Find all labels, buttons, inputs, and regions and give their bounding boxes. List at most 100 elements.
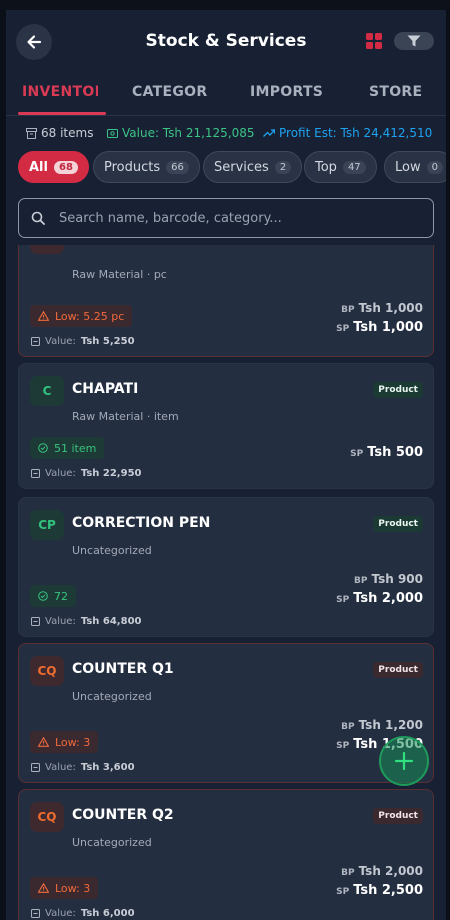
value-label: Value: (45, 762, 76, 773)
stock-badge: Low: 3 (30, 731, 99, 753)
stock-value: Value: Tsh 5,250 (31, 336, 135, 347)
stock-text: Low: 3 (55, 735, 91, 749)
value-amount: Tsh 5,250 (80, 336, 135, 347)
chip-label: Services (214, 159, 269, 175)
product-name: CHAPATI (72, 381, 139, 397)
buy-price: BP Tsh 1,200 (341, 718, 423, 732)
warning-icon (38, 311, 49, 321)
product-card[interactable]: CP CORRECTION PEN Product Uncategorized … (18, 497, 434, 637)
value-icon (31, 337, 40, 346)
stock-value: Value: Tsh 6,000 (31, 908, 135, 919)
bp-label: BP (354, 576, 368, 586)
value-icon (31, 469, 40, 478)
tab-imports[interactable]: IMPORTS (250, 84, 323, 100)
search-box (18, 198, 434, 238)
filter-button[interactable] (394, 32, 434, 50)
stock-value: Value: Tsh 64,800 (31, 616, 141, 627)
total-value: Value: Tsh 21,125,085 (122, 126, 255, 140)
chip-low[interactable]: Low 0 (384, 151, 446, 183)
sell-price: SP Tsh 2,000 (336, 591, 423, 606)
chip-label: Low (395, 159, 421, 175)
check-circle-icon (38, 443, 48, 453)
tab-bar: INVENTORY CATEGORIES IMPORTS STORE (6, 72, 446, 116)
stock-badge: Low: 5.25 pc (30, 305, 133, 327)
active-tab-indicator (18, 112, 106, 115)
stats-bar: 68 items Value: Tsh 21,125,085 Profit Es… (6, 122, 446, 144)
sp-value: Tsh 2,000 (353, 591, 423, 606)
product-type-badge: Product (373, 382, 423, 398)
chip-label: Products (104, 159, 161, 175)
sp-label: SP (350, 449, 364, 459)
bp-value: Tsh 1,000 (358, 301, 423, 315)
chip-label: All (29, 159, 48, 175)
product-name: COUNTER Q1 (72, 661, 174, 677)
product-category: Uncategorized (72, 690, 152, 703)
chip-all[interactable]: All 68 (18, 151, 89, 183)
sell-price: SP Tsh 1,000 (336, 320, 423, 335)
product-card[interactable]: C CHAPATI Product Raw Material · item 51… (18, 363, 434, 489)
product-type-badge: Product (373, 516, 423, 532)
chip-count: 68 (53, 160, 78, 174)
product-type-badge: Product (373, 662, 423, 678)
product-category: Raw Material · item (72, 410, 179, 423)
value-stat: Value: Tsh 21,125,085 (107, 126, 255, 140)
product-card[interactable]: CQ COUNTER Q2 Product Uncategorized Low:… (18, 789, 434, 920)
chip-products[interactable]: Products 66 (93, 151, 200, 183)
bp-label: BP (341, 868, 355, 878)
plus-icon (394, 751, 414, 771)
items-stat: 68 items (26, 126, 93, 140)
value-icon (31, 909, 40, 918)
stock-badge: Low: 3 (30, 877, 99, 899)
chip-count: 0 (426, 160, 443, 174)
tab-inventory[interactable]: INVENTORY (22, 84, 98, 100)
value-amount: Tsh 64,800 (80, 616, 142, 627)
app-header: Stock & Services (6, 10, 446, 72)
check-circle-icon (38, 591, 48, 601)
stock-badge: 72 (30, 585, 76, 607)
tab-categories[interactable]: CATEGORIES (132, 84, 208, 100)
sp-value: Tsh 1,000 (353, 320, 423, 335)
stock-text: 51 item (54, 441, 97, 455)
warning-icon (38, 737, 49, 747)
search-input[interactable] (59, 210, 399, 226)
sp-label: SP (336, 324, 350, 334)
stock-badge: 51 item (30, 437, 105, 459)
buy-price: BP Tsh 2,000 (341, 864, 423, 878)
sp-value: Tsh 2,500 (353, 883, 423, 898)
money-icon (107, 128, 118, 138)
chip-services[interactable]: Services 2 (203, 151, 303, 183)
bp-label: BP (341, 305, 355, 315)
stock-text: 72 (54, 589, 68, 603)
grid-view-icon[interactable] (366, 33, 382, 49)
top-strip (0, 0, 450, 10)
tab-store[interactable]: STORE (369, 84, 422, 100)
value-icon (31, 617, 40, 626)
product-card[interactable]: Raw Material · pc BP Tsh 1,000 SP Tsh 1,00… (18, 245, 434, 357)
product-avatar (30, 245, 64, 254)
sell-price: SP Tsh 500 (350, 445, 423, 460)
product-avatar: CQ (30, 802, 64, 832)
profit-stat: Profit Est: Tsh 24,412,510 (263, 126, 432, 140)
filter-chips: All 68 Products 66 Services 2 Top 47 Low… (18, 151, 446, 185)
product-card[interactable]: CQ COUNTER Q1 Product Uncategorized Low:… (18, 643, 434, 783)
bp-value: Tsh 900 (371, 572, 423, 586)
product-category: Uncategorized (72, 544, 152, 557)
buy-price: BP Tsh 1,000 (341, 301, 423, 315)
sp-label: SP (336, 595, 350, 605)
add-item-button[interactable] (379, 736, 429, 786)
product-list: Raw Material · pc BP Tsh 1,000 SP Tsh 1,00… (6, 245, 446, 920)
archive-icon (26, 127, 37, 139)
sell-price: SP Tsh 2,500 (336, 883, 423, 898)
trending-up-icon (263, 129, 275, 137)
value-label: Value: (45, 468, 76, 479)
chip-top[interactable]: Top 47 (304, 151, 377, 183)
value-icon (31, 763, 40, 772)
search-icon (31, 211, 45, 225)
bp-value: Tsh 2,000 (358, 864, 423, 878)
product-type-badge: Product (373, 808, 423, 824)
value-amount: Tsh 22,950 (80, 468, 142, 479)
product-name: CORRECTION PEN (72, 515, 211, 531)
filter-icon (407, 35, 421, 47)
value-label: Value: (45, 616, 76, 627)
sp-label: SP (336, 887, 350, 897)
